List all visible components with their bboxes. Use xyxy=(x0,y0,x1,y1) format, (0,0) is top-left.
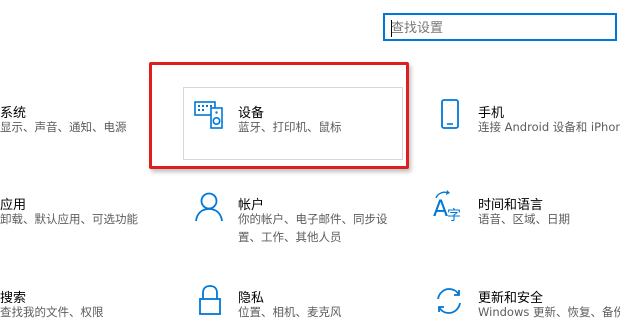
tile-desc-accounts-line2: 置、工作、其他人员 xyxy=(238,230,342,244)
tile-desc-apps: 卸载、默认应用、可选功能 xyxy=(0,212,138,226)
search-box[interactable] xyxy=(383,13,617,41)
devices-icon xyxy=(194,101,223,129)
tile-devices[interactable]: 设备 蓝牙、打印机、鼠标 xyxy=(190,95,390,145)
tile-search[interactable]: 搜索 查找我的文件、权限 xyxy=(0,280,160,320)
tile-privacy[interactable]: 隐私 位置、相机、麦克风 xyxy=(190,280,400,320)
phone-icon xyxy=(441,99,459,129)
tile-apps[interactable]: 应用 卸载、默认应用、可选功能 xyxy=(0,187,160,237)
lock-icon xyxy=(199,285,221,315)
tile-accounts[interactable]: 帐户 你的帐户、电子邮件、同步设 置、工作、其他人员 xyxy=(190,187,400,247)
svg-text:字: 字 xyxy=(447,208,461,224)
search-input[interactable] xyxy=(391,18,591,38)
tile-update-security[interactable]: 更新和安全 Windows 更新、恢复、备份 xyxy=(430,280,620,320)
tile-time-language[interactable]: A 字 时间和语言 语音、区域、日期 xyxy=(430,187,620,237)
tile-phone[interactable]: 手机 连接 Android 设备和 iPhone xyxy=(435,95,620,145)
tile-desc-update-security: Windows 更新、恢复、备份 xyxy=(478,305,620,319)
language-icon: A 字 xyxy=(433,190,461,224)
tile-desc-devices: 蓝牙、打印机、鼠标 xyxy=(238,120,342,134)
person-icon xyxy=(195,192,223,222)
tile-desc-phone: 连接 Android 设备和 iPhone xyxy=(478,120,620,134)
tile-desc-accounts-line1: 你的帐户、电子邮件、同步设 xyxy=(238,212,388,226)
tile-desc-system: 显示、声音、通知、电源 xyxy=(0,120,127,134)
tile-system[interactable]: 系统 显示、声音、通知、电源 xyxy=(0,95,140,145)
tile-desc-privacy: 位置、相机、麦克风 xyxy=(238,305,342,319)
sync-icon xyxy=(437,288,461,314)
tile-desc-search: 查找我的文件、权限 xyxy=(0,305,104,319)
tile-desc-time-language: 语音、区域、日期 xyxy=(478,212,570,226)
svg-text:A: A xyxy=(433,197,448,222)
